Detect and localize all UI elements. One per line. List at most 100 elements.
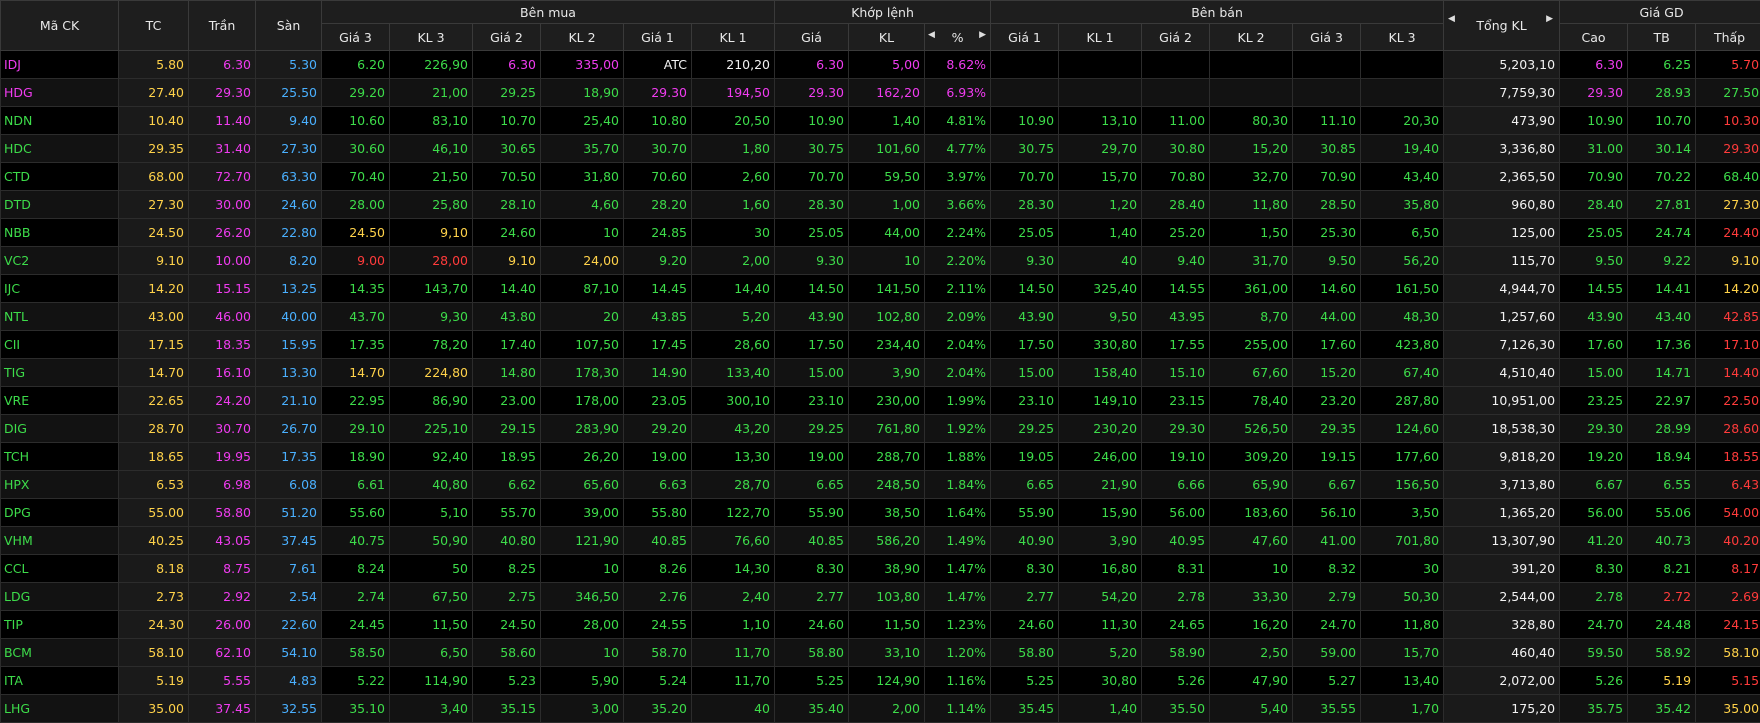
buy-vol-2-cell: 26,20 [541,443,624,471]
col-high[interactable]: Cao [1560,24,1628,51]
symbol-cell[interactable]: IJC [1,275,119,303]
table-row[interactable]: VRE22.6524.2021.1022.9586,9023.00178,002… [1,387,1760,415]
table-row[interactable]: DTD27.3030.0024.6028.0025,8028.104,6028.… [1,191,1760,219]
table-row[interactable]: ITA5.195.554.835.22114,905.235,905.2411,… [1,667,1760,695]
symbol-cell[interactable]: VHM [1,527,119,555]
col-reference[interactable]: TC [119,1,189,51]
table-row[interactable]: DPG55.0058.8051.2055.605,1055.7039,0055.… [1,499,1760,527]
table-row[interactable]: BCM58.1062.1054.1058.506,5058.601058.701… [1,639,1760,667]
symbol-cell[interactable]: VRE [1,387,119,415]
sell-vol-1-cell: 15,70 [1059,163,1142,191]
col-ceiling[interactable]: Trần [189,1,256,51]
col-sell-vol-2[interactable]: KL 2 [1210,24,1293,51]
col-sell-vol-3[interactable]: KL 3 [1361,24,1444,51]
symbol-cell[interactable]: CII [1,331,119,359]
col-buy-price-1[interactable]: Giá 1 [624,24,692,51]
col-floor[interactable]: Sàn [256,1,322,51]
col-match-change[interactable]: ◀ % ▶ [925,24,991,51]
buy-vol-2-cell: 39,00 [541,499,624,527]
symbol-cell[interactable]: NBB [1,219,119,247]
sell-price-3-cell: 30.85 [1293,135,1361,163]
col-match-vol[interactable]: KL [849,24,925,51]
sell-price-1-cell: 43.90 [991,303,1059,331]
col-sell-price-2[interactable]: Giá 2 [1142,24,1210,51]
symbol-cell[interactable]: BCM [1,639,119,667]
table-row[interactable]: LHG35.0037.4532.5535.103,4035.153,0035.2… [1,695,1760,723]
table-row[interactable]: DIG28.7030.7026.7029.10225,1029.15283,90… [1,415,1760,443]
symbol-cell[interactable]: CCL [1,555,119,583]
caret-left-icon[interactable]: ◀ [928,30,935,40]
symbol-cell[interactable]: CTD [1,163,119,191]
symbol-cell[interactable]: LDG [1,583,119,611]
table-row[interactable]: TCH18.6519.9517.3518.9092,4018.9526,2019… [1,443,1760,471]
symbol-cell[interactable]: TCH [1,443,119,471]
col-total-volume[interactable]: ◀ Tổng KL ▶ [1444,1,1560,51]
col-buy-vol-2[interactable]: KL 2 [541,24,624,51]
table-row[interactable]: NDN10.4011.409.4010.6083,1010.7025,4010.… [1,107,1760,135]
col-sell-price-3[interactable]: Giá 3 [1293,24,1361,51]
table-row[interactable]: TIG14.7016.1013.3014.70224,8014.80178,30… [1,359,1760,387]
sell-vol-2-cell: 80,30 [1210,107,1293,135]
symbol-cell[interactable]: VC2 [1,247,119,275]
symbol-cell[interactable]: NTL [1,303,119,331]
table-row[interactable]: VHM40.2543.0537.4540.7550,9040.80121,904… [1,527,1760,555]
sell-vol-1-cell: 325,40 [1059,275,1142,303]
sell-vol-2-cell: 67,60 [1210,359,1293,387]
symbol-cell[interactable]: TIP [1,611,119,639]
low-cell: 40.20 [1696,527,1760,555]
col-buy-vol-3[interactable]: KL 3 [390,24,473,51]
high-cell: 24.70 [1560,611,1628,639]
col-match-price[interactable]: Giá [775,24,849,51]
caret-right-icon[interactable]: ▶ [979,30,986,40]
buy-price-2-cell: 9.10 [473,247,541,275]
table-row[interactable]: LDG2.732.922.542.7467,502.75346,502.762,… [1,583,1760,611]
table-row[interactable]: IDJ5.806.305.306.20226,906.30335,00ATC21… [1,51,1760,79]
col-symbol[interactable]: Mã CK [1,1,119,51]
sell-price-3-cell: 56.10 [1293,499,1361,527]
match-vol-cell: 162,20 [849,79,925,107]
low-cell: 8.17 [1696,555,1760,583]
col-buy-price-2[interactable]: Giá 2 [473,24,541,51]
sell-price-2-cell: 23.15 [1142,387,1210,415]
buy-vol-2-cell: 5,90 [541,667,624,695]
table-row[interactable]: HDC29.3531.4027.3030.6046,1030.6535,7030… [1,135,1760,163]
table-row[interactable]: NTL43.0046.0040.0043.709,3043.802043.855… [1,303,1760,331]
col-sell-price-1[interactable]: Giá 1 [991,24,1059,51]
symbol-cell[interactable]: NDN [1,107,119,135]
symbol-cell[interactable]: IDJ [1,51,119,79]
buy-vol-1-cell: 194,50 [692,79,775,107]
match-price-cell: 9.30 [775,247,849,275]
symbol-cell[interactable]: HDG [1,79,119,107]
col-average[interactable]: TB [1628,24,1696,51]
sell-vol-1-cell: 29,70 [1059,135,1142,163]
symbol-cell[interactable]: HPX [1,471,119,499]
table-row[interactable]: TIP24.3026.0022.6024.4511,5024.5028,0024… [1,611,1760,639]
symbol-cell[interactable]: DIG [1,415,119,443]
table-row[interactable]: IJC14.2015.1513.2514.35143,7014.4087,101… [1,275,1760,303]
sell-vol-3-cell: 43,40 [1361,163,1444,191]
col-sell-vol-1[interactable]: KL 1 [1059,24,1142,51]
total-volume-cell: 125,00 [1444,219,1560,247]
col-low[interactable]: Thấp [1696,24,1760,51]
match-price-cell: 29.25 [775,415,849,443]
table-row[interactable]: HPX6.536.986.086.6140,806.6265,606.6328,… [1,471,1760,499]
symbol-cell[interactable]: HDC [1,135,119,163]
table-row[interactable]: CCL8.188.757.618.24508.25108.2614,308.30… [1,555,1760,583]
col-buy-price-3[interactable]: Giá 3 [322,24,390,51]
table-row[interactable]: CTD68.0072.7063.3070.4021,5070.5031,8070… [1,163,1760,191]
table-row[interactable]: CII17.1518.3515.9517.3578,2017.40107,501… [1,331,1760,359]
buy-price-2-cell: 17.40 [473,331,541,359]
symbol-cell[interactable]: DPG [1,499,119,527]
table-row[interactable]: VC29.1010.008.209.0028,009.1024,009.202,… [1,247,1760,275]
col-buy-vol-1[interactable]: KL 1 [692,24,775,51]
buy-vol-1-cell: 43,20 [692,415,775,443]
symbol-cell[interactable]: DTD [1,191,119,219]
caret-right-icon[interactable]: ▶ [1546,14,1553,24]
table-row[interactable]: NBB24.5026.2022.8024.509,1024.601024.853… [1,219,1760,247]
symbol-cell[interactable]: ITA [1,667,119,695]
table-row[interactable]: HDG27.4029.3025.5029.2021,0029.2518,9029… [1,79,1760,107]
symbol-cell[interactable]: LHG [1,695,119,723]
match-change-cell: 1.88% [925,443,991,471]
symbol-cell[interactable]: TIG [1,359,119,387]
caret-left-icon[interactable]: ◀ [1448,14,1455,24]
